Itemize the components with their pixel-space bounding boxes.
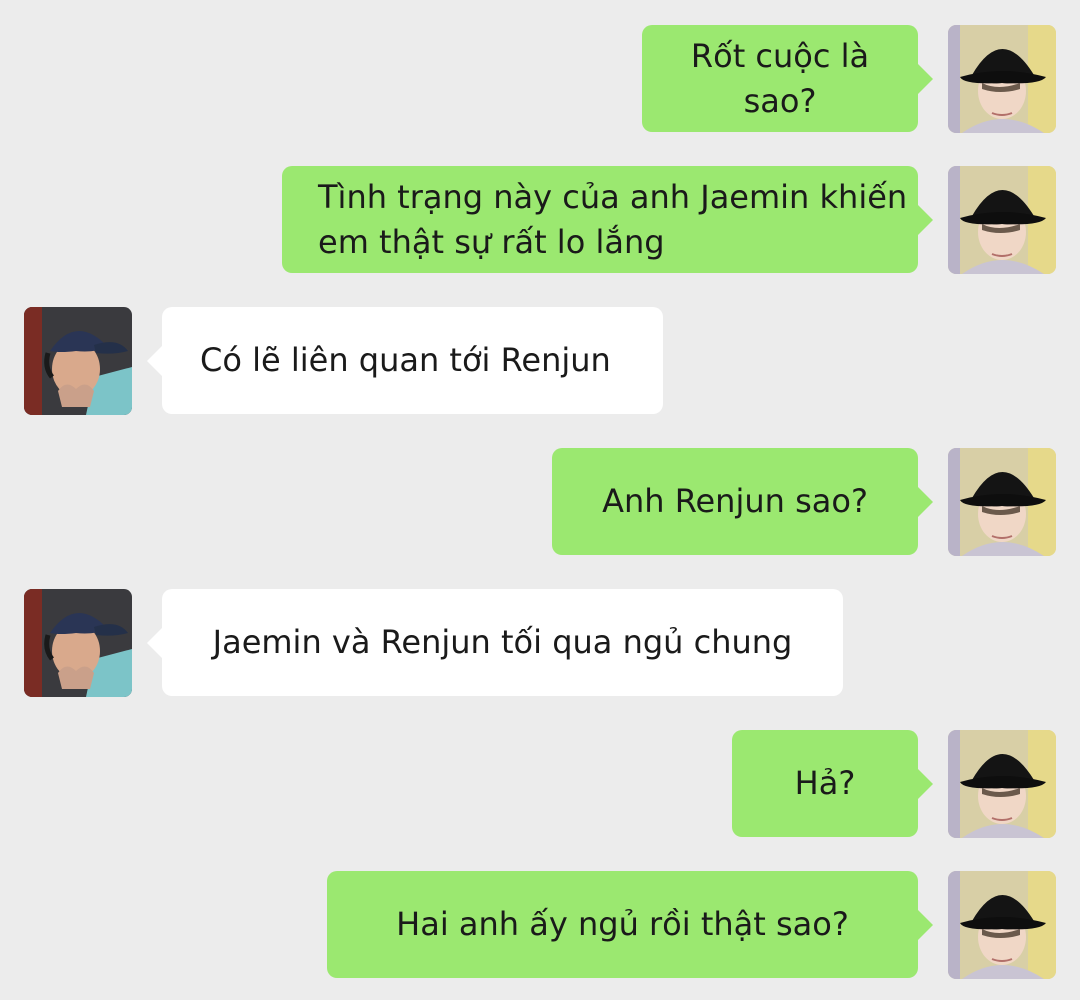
message-text: Hả? (794, 764, 856, 802)
outgoing-message-bubble[interactable]: Hả? (732, 730, 933, 837)
message-text: Anh Renjun sao? (602, 482, 868, 520)
message-text: Rốt cuộc là sao? (690, 36, 870, 120)
outgoing-message-bubble[interactable]: Anh Renjun sao? (552, 448, 933, 555)
user-avatar[interactable] (948, 871, 1056, 979)
outgoing-message-bubble[interactable]: Hai anh ấy ngủ rồi thật sao? (327, 871, 933, 978)
contact-avatar[interactable] (24, 307, 132, 415)
user-avatar-bucket-hat-icon (948, 25, 1056, 133)
user-avatar-bucket-hat-icon (948, 730, 1056, 838)
user-avatar-bucket-hat-icon (948, 871, 1056, 979)
contact-avatar[interactable] (24, 589, 132, 697)
user-avatar[interactable] (948, 730, 1056, 838)
user-avatar-bucket-hat-icon (948, 448, 1056, 556)
outgoing-message-bubble[interactable]: Tình trạng này của anh Jaemin khiến em t… (282, 166, 933, 273)
user-avatar[interactable] (948, 448, 1056, 556)
message-text: Hai anh ấy ngủ rồi thật sao? (396, 905, 849, 943)
incoming-message-bubble[interactable]: Có lẽ liên quan tới Renjun (147, 307, 663, 414)
outgoing-message-bubble[interactable]: Rốt cuộc là sao? (642, 25, 933, 132)
message-text: Tình trạng này của anh Jaemin khiến em t… (318, 177, 908, 261)
user-avatar[interactable] (948, 166, 1056, 274)
message-text: Jaemin và Renjun tối qua ngủ chung (212, 623, 793, 661)
incoming-message-bubble[interactable]: Jaemin và Renjun tối qua ngủ chung (147, 589, 843, 696)
chat-thread: Rốt cuộc là sao? Tình trạng này của anh … (0, 0, 1080, 1000)
user-avatar-bucket-hat-icon (948, 166, 1056, 274)
user-avatar[interactable] (948, 25, 1056, 133)
contact-avatar-cap-icon (24, 589, 132, 697)
contact-avatar-cap-icon (24, 307, 132, 415)
message-text: Có lẽ liên quan tới Renjun (200, 341, 611, 379)
